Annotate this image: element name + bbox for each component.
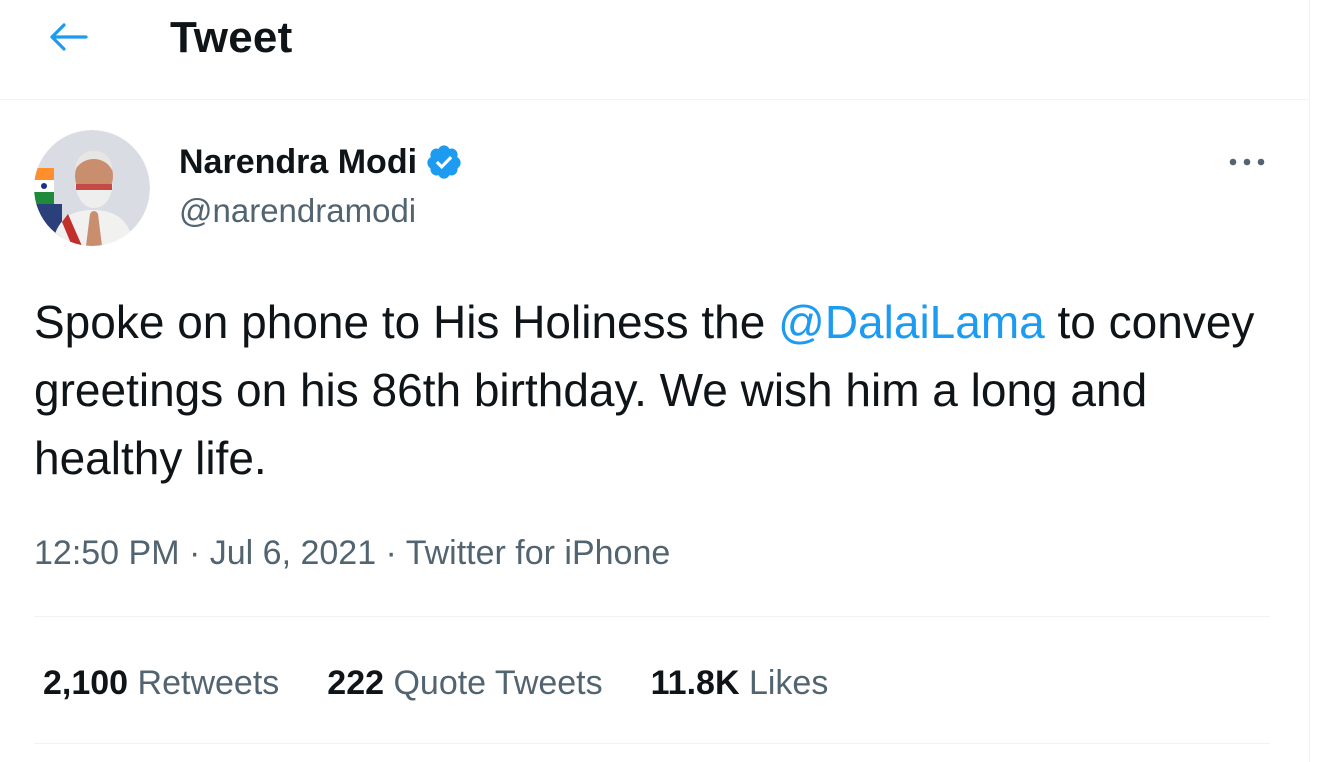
likes-label: Likes (748, 663, 829, 702)
tweet-page: Tweet Narendra Modi @narendramodi Spoke … (0, 0, 1310, 762)
meta-separator: · (376, 534, 406, 572)
likes-count: 11.8K (650, 663, 740, 702)
likes-stat[interactable]: 11.8K Likes (651, 664, 829, 703)
author-name[interactable]: Narendra Modi (179, 140, 417, 184)
verified-badge-icon (425, 143, 463, 181)
tweet-meta: 12:50 PM · Jul 6, 2021 · Twitter for iPh… (34, 530, 670, 576)
back-button[interactable] (40, 14, 96, 60)
divider (34, 743, 1270, 744)
avatar[interactable] (34, 130, 150, 246)
tweet-text-start: Spoke on phone to His Holiness the (34, 296, 779, 348)
quote-tweets-label: Quote Tweets (393, 663, 603, 702)
arrow-left-icon (50, 23, 88, 51)
page-title: Tweet (170, 13, 293, 62)
tweet-source[interactable]: Twitter for iPhone (406, 534, 671, 572)
retweets-count: 2,100 (43, 663, 129, 702)
mention-link[interactable]: @DalaiLama (778, 296, 1045, 348)
page-header: Tweet (0, 0, 1310, 100)
tweet-time[interactable]: 12:50 PM (34, 534, 180, 572)
retweets-stat[interactable]: 2,100 Retweets (43, 664, 279, 703)
tweet-date[interactable]: Jul 6, 2021 (210, 534, 376, 572)
tweet-text: Spoke on phone to His Holiness the @Dala… (34, 288, 1274, 492)
profile-photo-image (34, 130, 150, 246)
more-horizontal-icon (1229, 158, 1265, 166)
meta-separator: · (179, 534, 210, 572)
tweet-stats: 2,100 Retweets 222 Quote Tweets 11.8K Li… (43, 658, 876, 708)
retweets-label: Retweets (137, 663, 280, 702)
quote-tweets-count: 222 (327, 663, 385, 702)
divider (34, 616, 1270, 617)
author-handle[interactable]: @narendramodi (179, 190, 416, 232)
quote-tweets-stat[interactable]: 222 Quote Tweets (327, 664, 602, 703)
more-options-button[interactable] (1222, 140, 1272, 184)
author-name-row: Narendra Modi (179, 140, 463, 184)
